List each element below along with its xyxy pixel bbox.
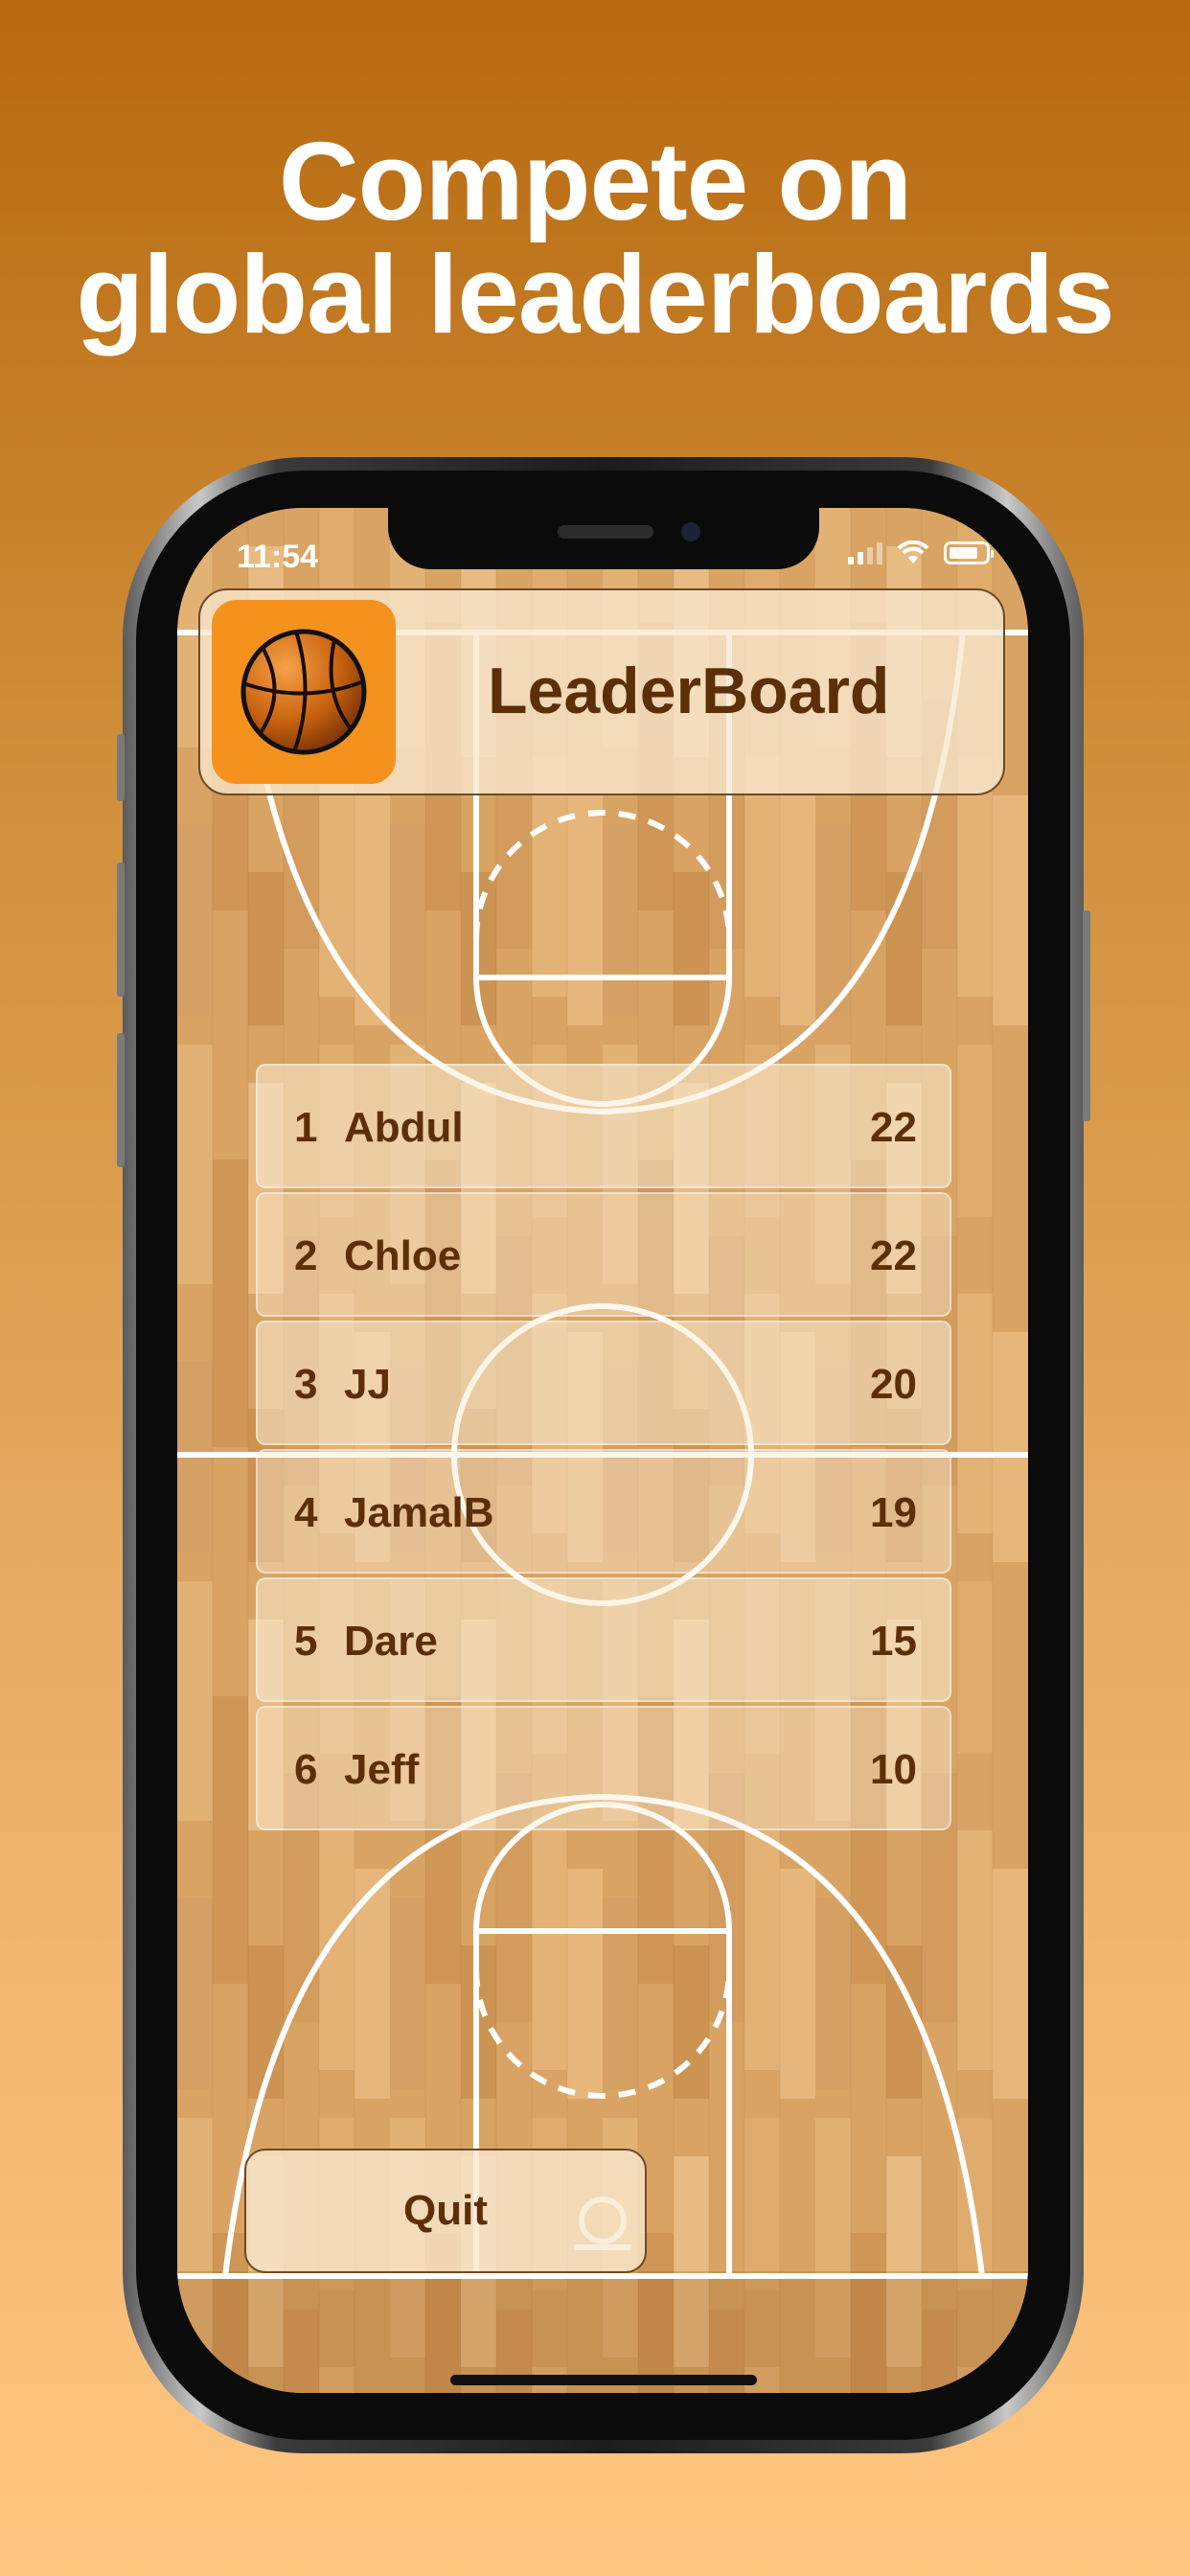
leaderboard-row: 5 Dare 15: [256, 1577, 951, 1702]
page-title: LeaderBoard: [488, 655, 890, 727]
mute-switch: [117, 734, 125, 801]
player-name: Jeff: [344, 1746, 420, 1793]
player-name: Abdul: [344, 1104, 464, 1151]
headline: Compete on global leaderboards: [0, 125, 1190, 351]
player-score: 10: [870, 1746, 917, 1793]
rank: 3: [294, 1361, 318, 1408]
rank: 4: [294, 1489, 318, 1536]
leaderboard-header: LeaderBoard: [198, 588, 1005, 795]
player-name: JJ: [344, 1361, 391, 1408]
headline-line-2: global leaderboards: [76, 232, 1114, 356]
app-screen: 11:54 LeaderBoard 1 Abdul 22 2 Chloe 22 …: [177, 508, 1028, 2393]
power-button: [1083, 910, 1090, 1121]
rank: 2: [294, 1232, 318, 1279]
notch: [388, 508, 819, 569]
player-score: 22: [870, 1232, 917, 1279]
leaderboard-row: 6 Jeff 10: [256, 1706, 951, 1830]
player-score: 20: [870, 1361, 917, 1408]
leaderboard-row: 2 Chloe 22: [256, 1192, 951, 1317]
rank: 1: [294, 1104, 318, 1151]
player-score: 22: [870, 1104, 917, 1151]
player-score: 19: [870, 1489, 917, 1536]
wifi-icon: [897, 540, 929, 564]
battery-icon: [944, 541, 994, 564]
status-icons: [848, 539, 994, 567]
earpiece-speaker: [558, 525, 653, 539]
leaderboard-list: 1 Abdul 22 2 Chloe 22 3 JJ 20 4 JamalB 1…: [256, 1064, 951, 1834]
player-name: JamalB: [344, 1489, 494, 1536]
app-logo: [212, 600, 396, 784]
leaderboard-row: 4 JamalB 19: [256, 1449, 951, 1574]
rank: 5: [294, 1618, 318, 1665]
basketball-icon: [240, 629, 367, 755]
status-time: 11:54: [237, 539, 319, 575]
leaderboard-row: 3 JJ 20: [256, 1321, 951, 1445]
headline-line-1: Compete on: [278, 119, 912, 243]
volume-down-button: [117, 1033, 125, 1167]
player-score: 15: [870, 1618, 917, 1665]
quit-button[interactable]: Quit: [244, 2149, 647, 2273]
rank: 6: [294, 1746, 318, 1793]
leaderboard-row: 1 Abdul 22: [256, 1064, 951, 1188]
home-indicator[interactable]: [450, 2375, 757, 2385]
player-name: Chloe: [344, 1232, 462, 1279]
volume-up-button: [117, 862, 125, 997]
player-name: Dare: [344, 1618, 438, 1665]
cellular-signal-icon: [848, 541, 882, 564]
front-camera: [681, 522, 700, 541]
